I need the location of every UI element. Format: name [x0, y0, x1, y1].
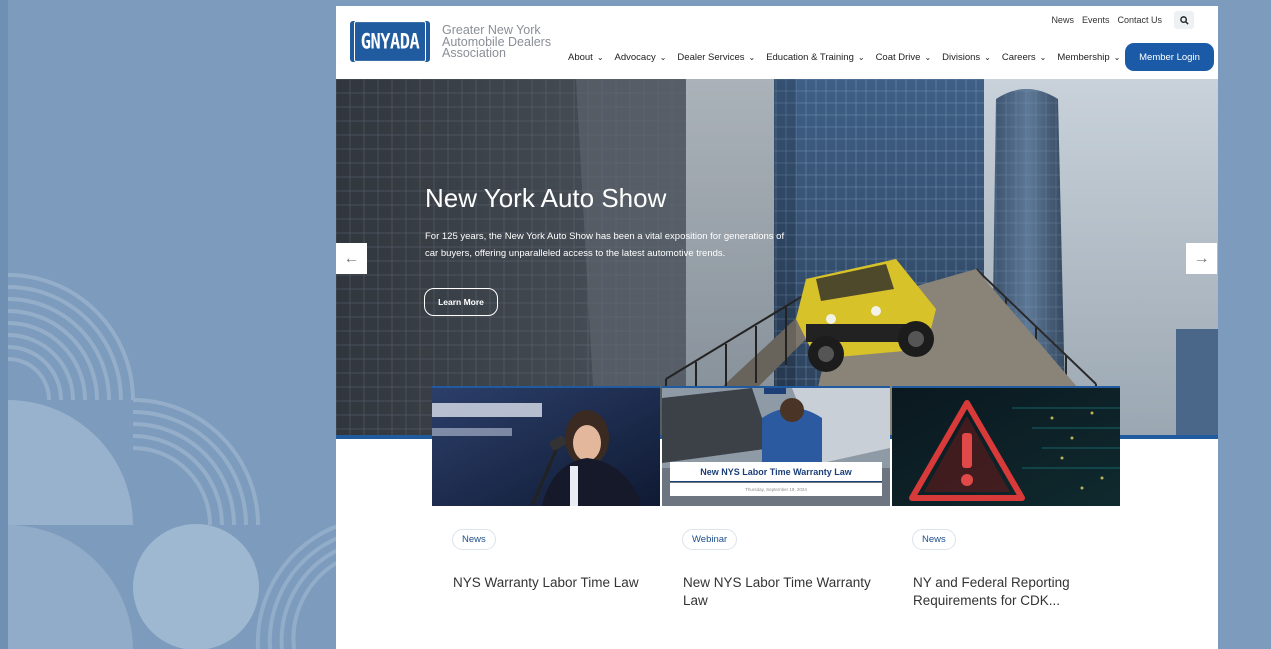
nav-item-divisions[interactable]: Divisions ⌄ [942, 52, 991, 63]
website-page: GNYADA Greater New York Automobile Deale… [336, 6, 1218, 649]
card-title[interactable]: NYS Warranty Labor Time Law [453, 574, 643, 592]
slider-prev-button[interactable]: ← [336, 243, 367, 274]
nav-item-membership[interactable]: Membership ⌄ [1057, 52, 1120, 63]
nav-item-education-training[interactable]: Education & Training ⌄ [766, 52, 864, 63]
logo-wordmark[interactable]: Greater New York Automobile Dealers Asso… [442, 24, 572, 60]
card-tag[interactable]: News [452, 529, 496, 550]
card-image-webinar: New NYS Labor Time Warranty Law Thursday… [662, 388, 890, 506]
gnyada-logo[interactable]: GNYADA [350, 20, 430, 63]
nav-item-dealer-services[interactable]: Dealer Services ⌄ [677, 52, 755, 63]
nav-label: Coat Drive [875, 52, 921, 63]
util-link-contact[interactable]: Contact Us [1117, 15, 1162, 25]
news-card[interactable]: News NY and Federal Reporting Requiremen… [892, 386, 1120, 639]
nav-label: Careers [1001, 52, 1036, 63]
nav-label: Education & Training [766, 52, 854, 63]
card-title[interactable]: New NYS Labor Time Warranty Law [683, 574, 873, 610]
chevron-down-icon: ⌄ [857, 53, 865, 62]
nav-label: Divisions [942, 52, 981, 63]
chevron-down-icon: ⌄ [596, 53, 604, 62]
nav-item-coat-drive[interactable]: Coat Drive ⌄ [876, 52, 932, 63]
site-header: GNYADA Greater New York Automobile Deale… [336, 6, 1218, 79]
hero-slider: New York Auto Show For 125 years, the Ne… [336, 79, 1218, 439]
nav-label: Dealer Services [677, 52, 745, 63]
chevron-down-icon: ⌄ [659, 53, 667, 62]
background-decoration [0, 0, 340, 649]
webinar-date-text: Thursday, September 19, 2024 [670, 483, 882, 496]
chevron-down-icon: ⌄ [1039, 53, 1047, 62]
news-cards: News NYS Warranty Labor Time Law New NYS… [432, 386, 1120, 639]
main-nav: About ⌄ Advocacy ⌄ Dealer Services ⌄ Educat… [568, 52, 1131, 63]
card-title[interactable]: NY and Federal Reporting Requirements fo… [913, 574, 1103, 610]
chevron-down-icon: ⌄ [748, 53, 756, 62]
util-link-news[interactable]: News [1051, 15, 1074, 25]
nav-label: About [568, 52, 593, 63]
hero-description: For 125 years, the New York Auto Show ha… [425, 231, 785, 259]
chevron-down-icon: ⌄ [984, 53, 991, 62]
chevron-down-icon: ⌄ [1113, 53, 1121, 62]
chevron-down-icon: ⌄ [924, 53, 932, 62]
slider-next-button[interactable]: → [1186, 243, 1217, 274]
logo-line: Association [442, 46, 506, 60]
learn-more-button[interactable]: Learn More [424, 288, 498, 316]
search-button[interactable] [1174, 11, 1194, 29]
news-card[interactable]: New NYS Labor Time Warranty Law Thursday… [662, 386, 890, 639]
nav-label: Advocacy [614, 52, 656, 63]
card-tag[interactable]: Webinar [682, 529, 738, 550]
utility-nav: News Events Contact Us [1043, 11, 1194, 29]
member-login-button[interactable]: Member Login [1125, 43, 1214, 71]
nav-item-about[interactable]: About ⌄ [568, 52, 604, 63]
hero-title: New York Auto Show [425, 183, 667, 213]
nav-item-careers[interactable]: Careers ⌄ [1002, 52, 1047, 63]
nav-item-advocacy[interactable]: Advocacy ⌄ [615, 52, 667, 63]
card-tag[interactable]: News [912, 529, 956, 550]
nav-label: Membership [1057, 52, 1110, 63]
arrow-left-icon: ← [343, 249, 360, 267]
news-card[interactable]: News NYS Warranty Labor Time Law [432, 386, 660, 639]
webinar-banner-text: New NYS Labor Time Warranty Law [670, 462, 882, 482]
util-link-events[interactable]: Events [1082, 15, 1110, 25]
card-image-speaker [432, 388, 660, 506]
arrow-right-icon: → [1193, 249, 1210, 267]
card-image-warning [892, 388, 1120, 506]
search-icon [1179, 15, 1189, 25]
logo-badge-text: GNYADA [354, 20, 426, 63]
